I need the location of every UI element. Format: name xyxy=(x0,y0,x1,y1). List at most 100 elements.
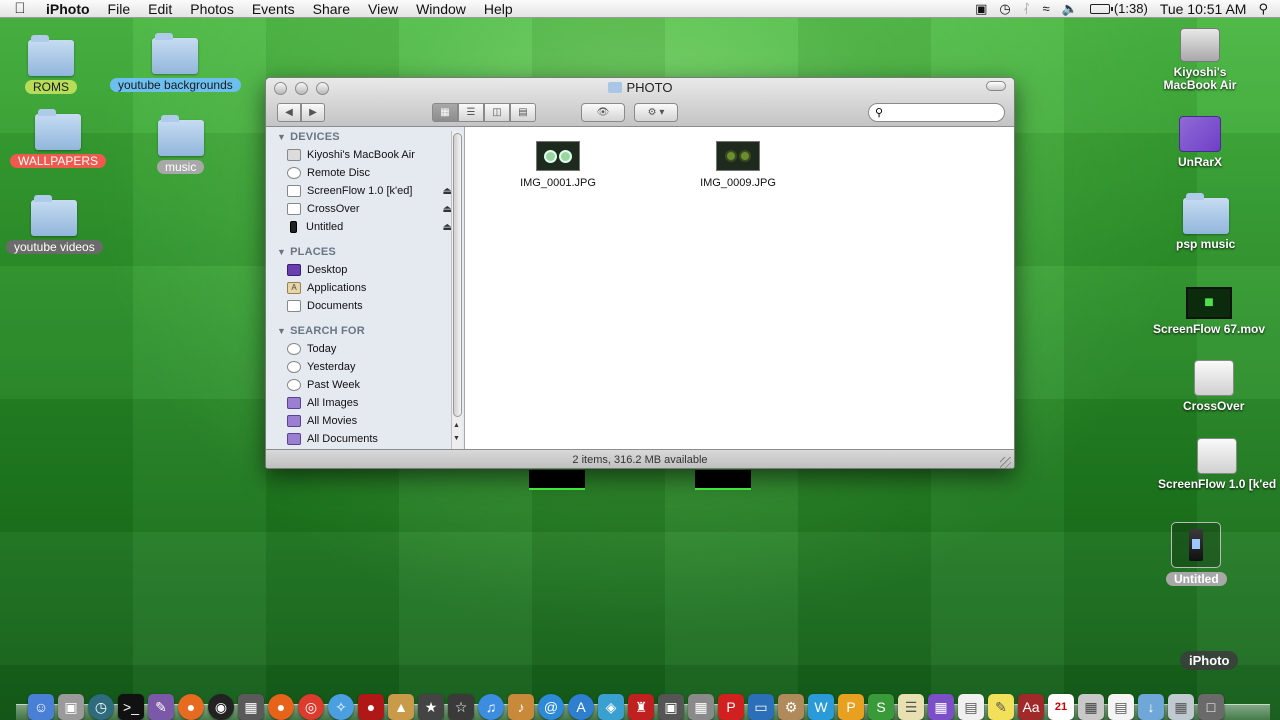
sidebar-item-applications[interactable]: A Applications xyxy=(266,279,464,297)
calendar-icon[interactable]: 21 xyxy=(1048,694,1074,720)
toolbar-toggle-button[interactable] xyxy=(986,81,1006,91)
s-icon[interactable]: S xyxy=(868,694,894,720)
chess-icon[interactable]: ♜ xyxy=(628,694,654,720)
menu-window[interactable]: Window xyxy=(407,1,475,17)
firefox-icon[interactable]: ● xyxy=(268,694,294,720)
sidebar-item-screenflow[interactable]: ScreenFlow 1.0 [k'ed] ⏏ xyxy=(266,182,464,200)
iphoto-icon[interactable]: ▲ xyxy=(388,694,414,720)
expose-icon[interactable]: ▦ xyxy=(238,694,264,720)
stickies-icon[interactable]: ✎ xyxy=(988,694,1014,720)
automator-icon[interactable]: ⚙ xyxy=(778,694,804,720)
desktop-disk-macbook[interactable]: Kiyoshi's MacBook Air xyxy=(1141,28,1259,92)
time-machine-icon[interactable]: ◷ xyxy=(999,1,1010,17)
preview-icon[interactable]: ▦ xyxy=(688,694,714,720)
trash-icon[interactable]: □ xyxy=(1198,694,1224,720)
menu-photos[interactable]: Photos xyxy=(181,1,243,17)
photobooth-icon[interactable]: ● xyxy=(358,694,384,720)
sidebar-item-all-images[interactable]: All Images xyxy=(266,394,464,412)
file-item[interactable]: IMG_0001.JPG xyxy=(503,141,613,189)
search-field[interactable]: ⚲ xyxy=(868,103,1005,122)
desktop-folder-roms[interactable]: ROMS xyxy=(25,35,77,94)
mail-icon[interactable]: @ xyxy=(538,694,564,720)
list-view-button[interactable]: ☰ xyxy=(458,103,484,122)
app-menu[interactable]: iPhoto xyxy=(40,1,99,17)
wifi-icon[interactable]: ≈ xyxy=(1043,1,1050,16)
dictionary-icon[interactable]: Aa xyxy=(1018,694,1044,720)
menu-clock[interactable]: Tue 10:51 AM xyxy=(1160,1,1247,17)
sidebar-item-all-documents[interactable]: All Documents xyxy=(266,430,464,448)
desktop-folder-youtube-videos[interactable]: youtube videos xyxy=(6,195,103,254)
menu-edit[interactable]: Edit xyxy=(139,1,181,17)
spotlight-search-icon[interactable]: ⚲ xyxy=(1258,1,1268,17)
app-store-icon[interactable]: A xyxy=(568,694,594,720)
stack-icon[interactable]: ▦ xyxy=(928,694,954,720)
screen-recorder-icon[interactable]: ▣ xyxy=(975,1,987,17)
action-gear-button[interactable]: ⚙ ▾ xyxy=(634,103,678,122)
quick-look-button[interactable]: 👁 xyxy=(581,103,625,122)
calculator-icon[interactable]: ▦ xyxy=(1078,694,1104,720)
desktop-disk-screenflow[interactable]: ScreenFlow 1.0 [k'ed xyxy=(1150,438,1280,491)
photo-browser-icon[interactable]: ▣ xyxy=(658,694,684,720)
sidebar-scrollbar[interactable]: ▲ ▼ xyxy=(451,131,462,449)
search-input[interactable] xyxy=(887,106,998,119)
forward-button[interactable]: ▶ xyxy=(301,103,325,122)
apple-menu-icon[interactable]:  xyxy=(0,0,40,17)
volume-icon[interactable]: 🔈 xyxy=(1062,1,1078,17)
desktop-folder-youtube-backgrounds[interactable]: youtube backgrounds xyxy=(110,33,241,92)
sidebar-item-macbook[interactable]: Kiyoshi's MacBook Air xyxy=(266,146,464,164)
desktop-folder-psp-music[interactable]: psp music xyxy=(1168,193,1243,251)
menu-share[interactable]: Share xyxy=(304,1,359,17)
desktop-folder-music[interactable]: music xyxy=(157,115,205,174)
notes-icon[interactable]: ☰ xyxy=(898,694,924,720)
back-button[interactable]: ◀ xyxy=(277,103,301,122)
desktop-disk-untitled[interactable]: Untitled xyxy=(1166,522,1227,586)
document-icon[interactable]: ▤ xyxy=(1108,694,1134,720)
scrollbar-thumb[interactable] xyxy=(453,133,462,417)
preview-icon[interactable]: ▣ xyxy=(58,694,84,720)
firefox-icon[interactable]: ● xyxy=(178,694,204,720)
chrome-icon[interactable]: ◎ xyxy=(298,694,324,720)
p-icon[interactable]: P xyxy=(838,694,864,720)
garageband-icon[interactable]: ♪ xyxy=(508,694,534,720)
file-item[interactable]: IMG_0009.JPG xyxy=(683,141,793,189)
sidebar-section-places[interactable]: ▼ PLACES xyxy=(266,242,464,261)
safari-icon[interactable]: ✧ xyxy=(328,694,354,720)
keynote-icon[interactable]: ▭ xyxy=(748,694,774,720)
sidebar-item-today[interactable]: Today xyxy=(266,340,464,358)
column-view-button[interactable]: ◫ xyxy=(484,103,510,122)
menu-file[interactable]: File xyxy=(99,1,140,17)
finder-content[interactable]: IMG_0001.JPG IMG_0009.JPG xyxy=(465,127,1014,449)
sidebar-section-devices[interactable]: ▼ DEVICES xyxy=(266,127,464,146)
sidebar-item-untitled[interactable]: Untitled ⏏ xyxy=(266,218,464,236)
sidebar-item-documents[interactable]: Documents xyxy=(266,297,464,315)
desktop-folder-wallpapers[interactable]: WALLPAPERS xyxy=(10,109,107,168)
sidebar-item-past-week[interactable]: Past Week xyxy=(266,376,464,394)
scroll-up-icon[interactable]: ▲ xyxy=(453,422,460,429)
cover-flow-button[interactable]: ▤ xyxy=(510,103,536,122)
sidebar-item-yesterday[interactable]: Yesterday xyxy=(266,358,464,376)
scroll-down-icon[interactable]: ▼ xyxy=(453,435,460,442)
sidebar-item-remote-disc[interactable]: Remote Disc xyxy=(266,164,464,182)
folder-icon[interactable]: ▦ xyxy=(1168,694,1194,720)
sidebar-item-desktop[interactable]: Desktop xyxy=(266,261,464,279)
sidebar-item-crossover[interactable]: CrossOver ⏏ xyxy=(266,200,464,218)
desktop-file-screenflow-mov[interactable]: ■ ScreenFlow 67.mov xyxy=(1145,287,1273,336)
pj-icon[interactable]: P xyxy=(718,694,744,720)
downloads-icon[interactable]: ↓ xyxy=(1138,694,1164,720)
network-icon[interactable]: ◈ xyxy=(598,694,624,720)
desktop-disk-crossover[interactable]: CrossOver xyxy=(1175,360,1252,413)
time-machine-icon[interactable]: ◷ xyxy=(88,694,114,720)
star-icon[interactable]: ☆ xyxy=(448,694,474,720)
finder-icon[interactable]: ☺ xyxy=(28,694,54,720)
menu-view[interactable]: View xyxy=(359,1,407,17)
sidebar-item-all-movies[interactable]: All Movies xyxy=(266,412,464,430)
icon-view-button[interactable]: ▦ xyxy=(432,103,458,122)
resize-grip-icon[interactable] xyxy=(1000,457,1011,468)
script-editor-icon[interactable]: ✎ xyxy=(148,694,174,720)
menu-help[interactable]: Help xyxy=(475,1,522,17)
document-icon[interactable]: ▤ xyxy=(958,694,984,720)
terminal-icon[interactable]: >_ xyxy=(118,694,144,720)
itunes-icon[interactable]: ♫ xyxy=(478,694,504,720)
menu-events[interactable]: Events xyxy=(243,1,304,17)
desktop-app-unrarx[interactable]: UnRarX xyxy=(1170,116,1230,169)
